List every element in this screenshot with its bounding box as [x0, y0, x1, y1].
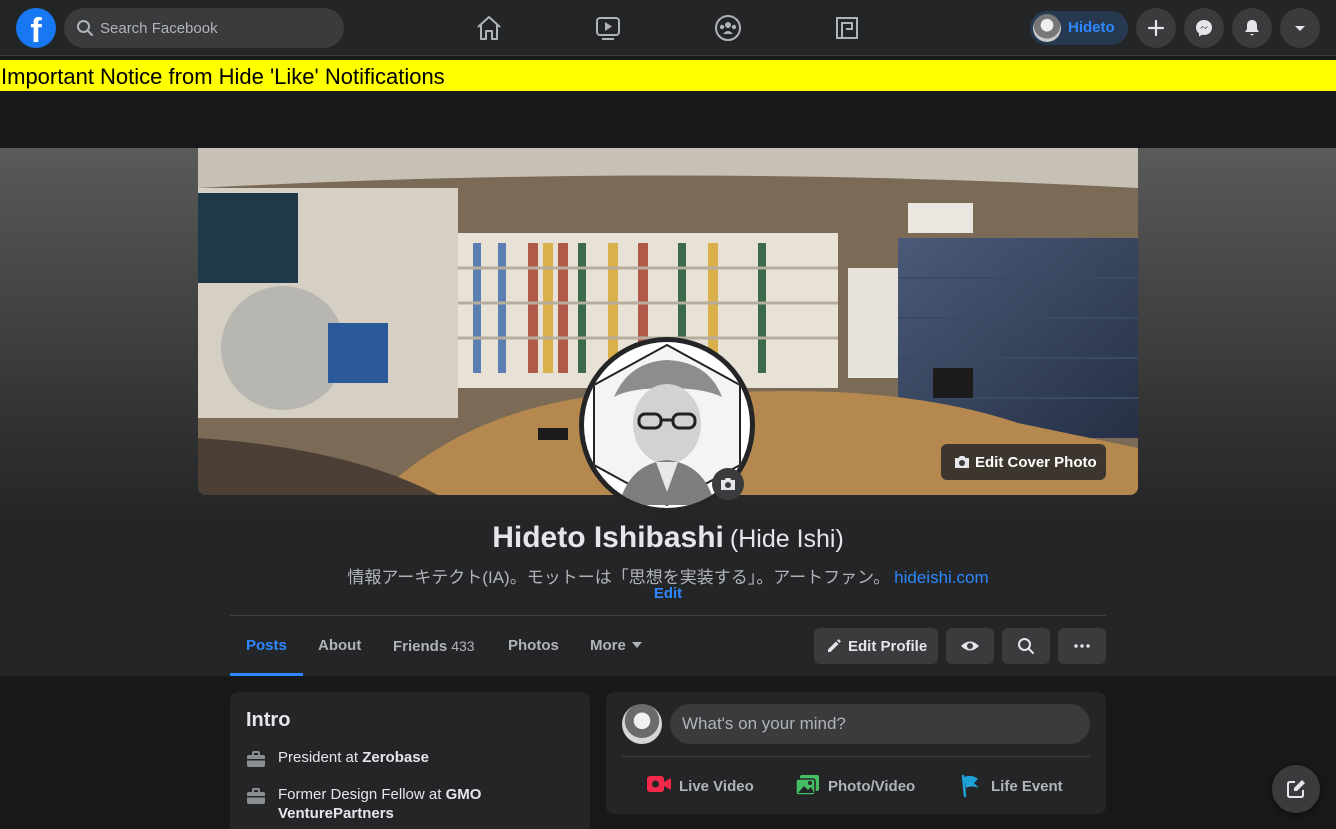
intro-title: Intro — [246, 709, 291, 731]
search-box[interactable] — [64, 8, 344, 48]
gaming-icon[interactable] — [831, 12, 863, 44]
intro-card: Intro President at Zerobase Former Desig… — [230, 692, 590, 829]
intro-item-prefix: President at — [278, 749, 363, 766]
photo-icon — [795, 775, 819, 796]
camera-icon — [721, 478, 735, 490]
intro-item-prefix: Former Design Fellow at — [278, 786, 446, 803]
notice-banner: Important Notice from Hide 'Like' Notifi… — [0, 60, 1336, 91]
live-video-button[interactable]: Live Video — [646, 772, 766, 800]
search-profile-button[interactable] — [1002, 628, 1050, 664]
post-composer: What's on your mind? Live Video Photo/Vi… — [606, 692, 1106, 814]
eye-icon — [961, 641, 979, 651]
messenger-button[interactable] — [1184, 8, 1224, 48]
facebook-logo[interactable]: f — [16, 8, 56, 48]
tab-friends[interactable]: Friends 433 — [377, 616, 491, 676]
live-video-label: Live Video — [679, 778, 754, 795]
tab-posts[interactable]: Posts — [230, 616, 303, 676]
search-input[interactable] — [100, 8, 330, 48]
notifications-button[interactable] — [1232, 8, 1272, 48]
intro-item-text: President at Zerobase — [278, 748, 568, 767]
briefcase-icon — [247, 788, 265, 804]
caret-down-icon — [1295, 26, 1305, 31]
new-message-button[interactable] — [1272, 765, 1320, 813]
divider — [622, 756, 1090, 757]
tab-about[interactable]: About — [302, 616, 377, 676]
briefcase-icon — [247, 751, 265, 767]
compose-icon — [1287, 780, 1305, 798]
account-menu-button[interactable] — [1280, 8, 1320, 48]
watch-icon[interactable] — [592, 12, 624, 44]
create-button[interactable] — [1136, 8, 1176, 48]
live-video-icon — [647, 776, 671, 792]
pencil-icon — [828, 639, 841, 652]
update-profile-picture-button[interactable] — [712, 468, 744, 500]
friends-count: 433 — [451, 638, 475, 654]
profile-name: Hideto Ishibashi — [492, 521, 724, 554]
top-navigation-bar: f Hideto — [0, 0, 1336, 56]
tab-friends-label: Friends — [393, 638, 448, 655]
search-icon — [1018, 638, 1034, 654]
edit-cover-photo-label: Edit Cover Photo — [975, 454, 1097, 471]
profile-shortcut[interactable]: Hideto — [1030, 11, 1128, 45]
edit-profile-label: Edit Profile — [848, 638, 928, 655]
flag-icon — [961, 774, 979, 798]
edit-bio-link[interactable]: Edit — [0, 585, 1336, 602]
camera-icon — [955, 456, 969, 468]
edit-profile-button[interactable]: Edit Profile — [814, 628, 938, 664]
tab-about-label: About — [318, 637, 362, 654]
more-options-button[interactable] — [1058, 628, 1106, 664]
ellipsis-icon — [1074, 644, 1090, 648]
profile-alternate-name: (Hide Ishi) — [729, 525, 844, 553]
bell-icon — [1245, 20, 1259, 36]
home-icon[interactable] — [473, 12, 505, 44]
tab-more[interactable]: More — [574, 616, 658, 676]
view-as-button[interactable] — [946, 628, 994, 664]
messenger-icon — [1196, 20, 1212, 37]
life-event-label: Life Event — [991, 778, 1063, 795]
photo-video-button[interactable]: Photo/Video — [795, 772, 925, 800]
profile-name-heading: Hideto Ishibashi (Hide Ishi) — [0, 521, 1336, 555]
tab-photos[interactable]: Photos — [492, 616, 575, 676]
intro-item-employer[interactable]: Zerobase — [362, 749, 429, 766]
plus-icon — [1147, 19, 1165, 37]
edit-cover-photo-button[interactable]: Edit Cover Photo — [941, 444, 1106, 480]
groups-icon[interactable] — [712, 12, 744, 44]
life-event-button[interactable]: Life Event — [958, 772, 1088, 800]
tab-photos-label: Photos — [508, 637, 559, 654]
caret-down-icon — [631, 642, 642, 648]
search-icon — [77, 20, 93, 36]
tab-posts-label: Posts — [246, 637, 287, 654]
composer-input[interactable]: What's on your mind? — [670, 704, 1090, 744]
intro-item-text: Former Design Fellow at GMO VenturePartn… — [278, 785, 568, 823]
avatar[interactable] — [622, 704, 662, 744]
profile-shortcut-name: Hideto — [1068, 19, 1115, 36]
avatar — [1033, 14, 1061, 42]
photo-video-label: Photo/Video — [828, 778, 916, 795]
tab-more-label: More — [590, 637, 626, 654]
